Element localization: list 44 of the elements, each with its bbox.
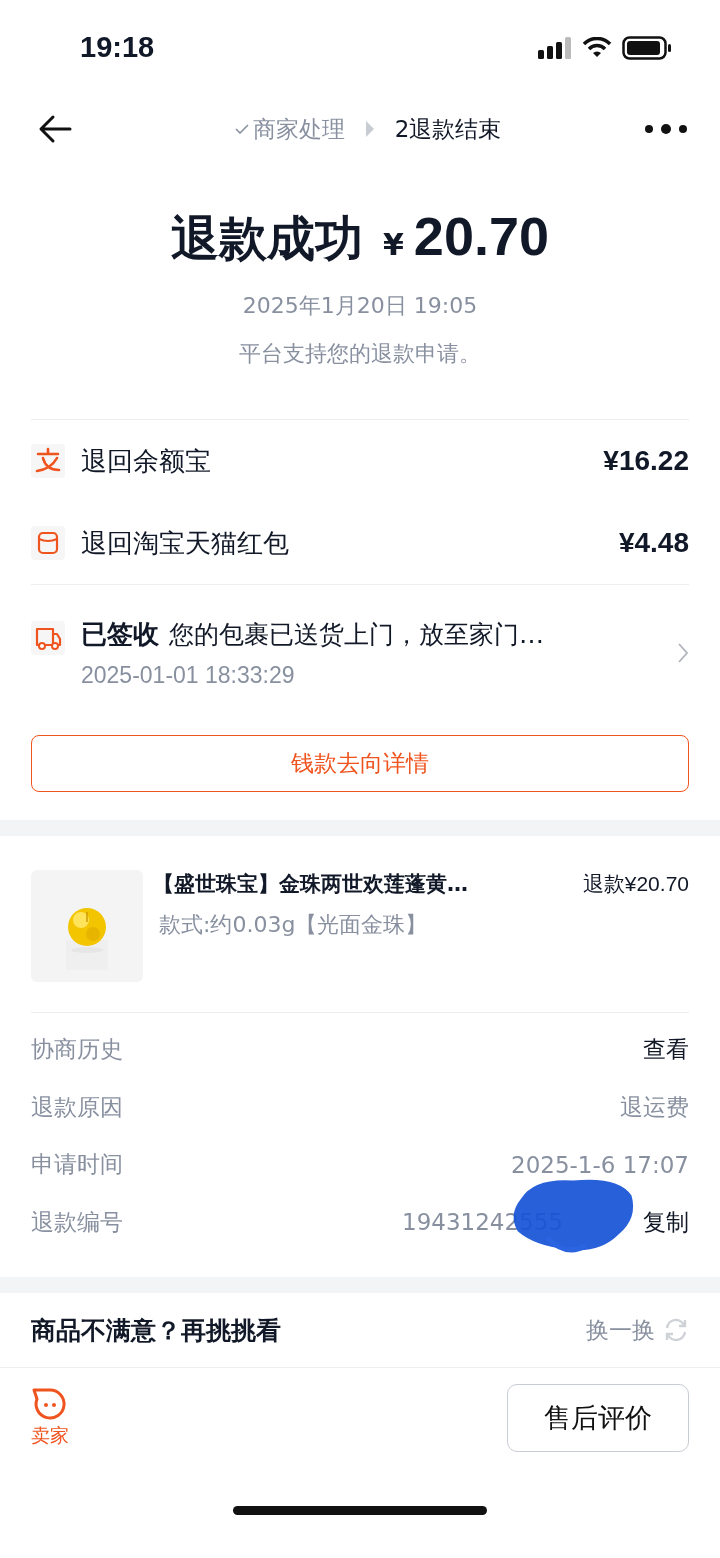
product-refund-amount: 退款¥20.70 — [582, 871, 689, 897]
refund-date: 2025年1月20日 19:05 — [242, 292, 478, 320]
logistics-row[interactable]: 已签收 您的包裹已送货上门，放至家门… 2025-01-01 18:33:29 — [31, 585, 689, 727]
more-icon — [644, 123, 688, 135]
progress-step: 2退款结束 — [394, 113, 502, 145]
product-spec: 款式:约0.03g【光面金珠】 — [159, 911, 429, 939]
envelope-icon — [31, 526, 65, 560]
back-icon — [38, 114, 72, 144]
money-flow-button[interactable]: 钱款去向详情 — [31, 735, 689, 792]
refund-note: 平台支持您的退款申请。 — [239, 340, 481, 368]
detail-value: 退运费 — [620, 1092, 689, 1122]
refund-method: 退回淘宝天猫红包 — [81, 526, 290, 560]
detail-label: 协商历史 — [31, 1035, 123, 1065]
wifi-icon — [582, 36, 612, 59]
delivery-status: 已签收 — [81, 618, 159, 651]
copy-link[interactable]: 复制 — [643, 1206, 689, 1238]
delivery-message: 您的包裹已送货上门，放至家门… — [169, 619, 544, 651]
view-link[interactable]: 查看 — [643, 1034, 689, 1066]
detail-label: 申请时间 — [31, 1150, 123, 1180]
status-time: 19:18 — [80, 31, 155, 64]
refund-amount: 20.70 — [413, 205, 549, 267]
battery-icon — [622, 35, 672, 60]
refund-method-amount: ¥4.48 — [618, 527, 689, 559]
refund-method: 退回余额宝 — [81, 444, 212, 478]
truck-icon — [31, 621, 65, 655]
refund-method-amount: ¥16.22 — [603, 445, 689, 477]
product-title[interactable]: 【盛世珠宝】金珠两世欢莲蓬黄… — [153, 870, 468, 898]
check-icon — [234, 124, 249, 134]
delivery-time: 2025-01-01 18:33:29 — [81, 662, 296, 689]
wallet-icon — [31, 444, 65, 478]
detail-value: 2025-1-6 17:07 — [511, 1151, 689, 1178]
refresh-icon — [663, 1317, 689, 1343]
refund-status-title: 退款成功 — [171, 209, 363, 268]
detail-label: 退款编号 — [31, 1207, 123, 1237]
recommend-title: 商品不满意？再挑挑看 — [31, 1314, 281, 1347]
chat-face-icon — [32, 1387, 68, 1421]
chevron-right-icon — [677, 642, 689, 664]
progress-step: 商家处理 — [234, 113, 345, 145]
review-button[interactable]: 售后评价 — [507, 1384, 689, 1452]
signal-icon — [538, 36, 572, 59]
detail-label: 退款原因 — [31, 1092, 123, 1122]
currency-symbol: ¥ — [383, 227, 404, 262]
seller-button[interactable]: 卖家 — [31, 1387, 69, 1449]
step-arrow-icon — [364, 120, 375, 138]
